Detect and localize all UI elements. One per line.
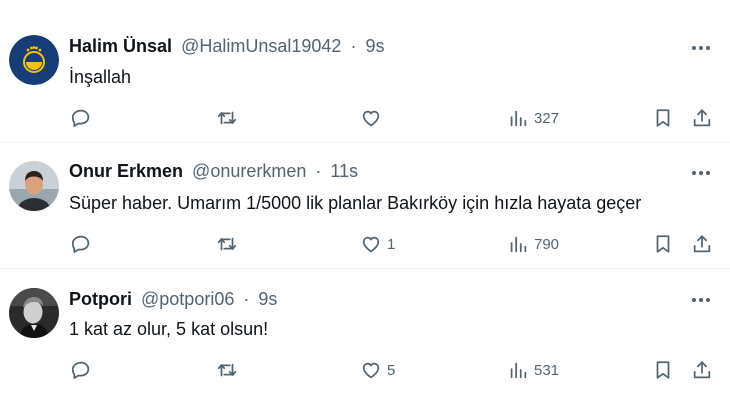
avatar[interactable]	[9, 35, 59, 85]
more-icon	[692, 46, 710, 50]
reply-button[interactable]	[70, 231, 92, 257]
views-icon	[510, 236, 527, 253]
avatar[interactable]	[9, 288, 59, 338]
like-count: 1	[387, 235, 396, 253]
retweet-button[interactable]	[216, 357, 238, 383]
like-icon	[362, 362, 380, 379]
retweet-icon	[217, 237, 237, 251]
timestamp[interactable]: 9s	[258, 289, 277, 309]
retweet-button[interactable]	[216, 231, 238, 257]
like-button[interactable]: 5	[360, 357, 395, 383]
retweet-button[interactable]	[216, 105, 238, 131]
share-button[interactable]	[691, 231, 713, 257]
more-icon	[692, 298, 710, 302]
bookmark-icon	[656, 109, 670, 127]
share-button[interactable]	[691, 105, 713, 131]
reply-icon	[71, 235, 90, 253]
more-button[interactable]	[690, 162, 712, 184]
display-name[interactable]: Potpori	[69, 289, 132, 309]
person-photo-icon	[9, 161, 59, 211]
bookmark-icon	[656, 361, 670, 379]
views-button[interactable]: 531	[507, 357, 559, 383]
username[interactable]: @HalimUnsal19042	[181, 36, 341, 56]
views-button[interactable]: 790	[507, 231, 559, 257]
separator: ·	[315, 161, 322, 181]
ataturk-photo-icon	[9, 288, 59, 338]
action-bar: 327	[0, 105, 730, 131]
more-button[interactable]	[690, 289, 712, 311]
username[interactable]: @potpori06	[141, 289, 234, 309]
action-bar: 5 531	[0, 357, 730, 383]
avatar[interactable]	[9, 161, 59, 211]
tweet[interactable]: Onur Erkmen @onurerkmen · 11s Süper habe…	[0, 143, 730, 269]
separator: ·	[350, 36, 357, 56]
like-button[interactable]: 1	[360, 231, 395, 257]
view-count: 531	[534, 361, 560, 379]
tweet-header: Onur Erkmen @onurerkmen · 11s	[69, 159, 358, 183]
separator: ·	[243, 289, 250, 309]
reply-icon	[71, 361, 90, 379]
like-button[interactable]	[360, 105, 387, 131]
view-count: 327	[534, 109, 560, 127]
reply-button[interactable]	[70, 105, 92, 131]
retweet-icon	[217, 363, 237, 377]
tweet[interactable]: Potpori @potpori06 · 9s 1 kat az olur, 5…	[0, 269, 730, 420]
bookmark-button[interactable]	[652, 357, 674, 383]
share-button[interactable]	[691, 357, 713, 383]
display-name[interactable]: Onur Erkmen	[69, 161, 183, 181]
tweet-text: İnşallah	[69, 67, 132, 87]
reply-button[interactable]	[70, 357, 92, 383]
tweet-header: Potpori @potpori06 · 9s	[69, 287, 277, 311]
share-icon	[693, 361, 711, 379]
timestamp[interactable]: 11s	[330, 161, 358, 181]
bookmark-icon	[656, 235, 670, 253]
share-icon	[693, 109, 711, 127]
tweet[interactable]: Halim Ünsal @HalimUnsal19042 · 9s İnşall…	[0, 0, 730, 143]
reply-icon	[71, 109, 90, 127]
views-button[interactable]: 327	[507, 105, 559, 131]
timestamp[interactable]: 9s	[365, 36, 384, 56]
bookmark-button[interactable]	[652, 231, 674, 257]
like-count: 5	[387, 361, 396, 379]
fenerbahce-logo-icon	[9, 35, 59, 85]
username[interactable]: @onurerkmen	[192, 161, 306, 181]
action-bar: 1 790	[0, 231, 730, 257]
like-icon	[362, 110, 380, 127]
views-icon	[510, 362, 527, 379]
tweet-text: 1 kat az olur, 5 kat olsun!	[69, 319, 269, 339]
retweet-icon	[217, 111, 237, 125]
bookmark-button[interactable]	[652, 105, 674, 131]
tweet-text: Süper haber. Umarım 1/5000 lik planlar B…	[69, 193, 642, 213]
display-name[interactable]: Halim Ünsal	[69, 36, 172, 56]
view-count: 790	[534, 235, 560, 253]
more-button[interactable]	[690, 37, 712, 59]
like-icon	[362, 236, 380, 253]
views-icon	[510, 110, 527, 127]
tweet-header: Halim Ünsal @HalimUnsal19042 · 9s	[69, 34, 384, 58]
more-icon	[692, 171, 710, 175]
share-icon	[693, 235, 711, 253]
